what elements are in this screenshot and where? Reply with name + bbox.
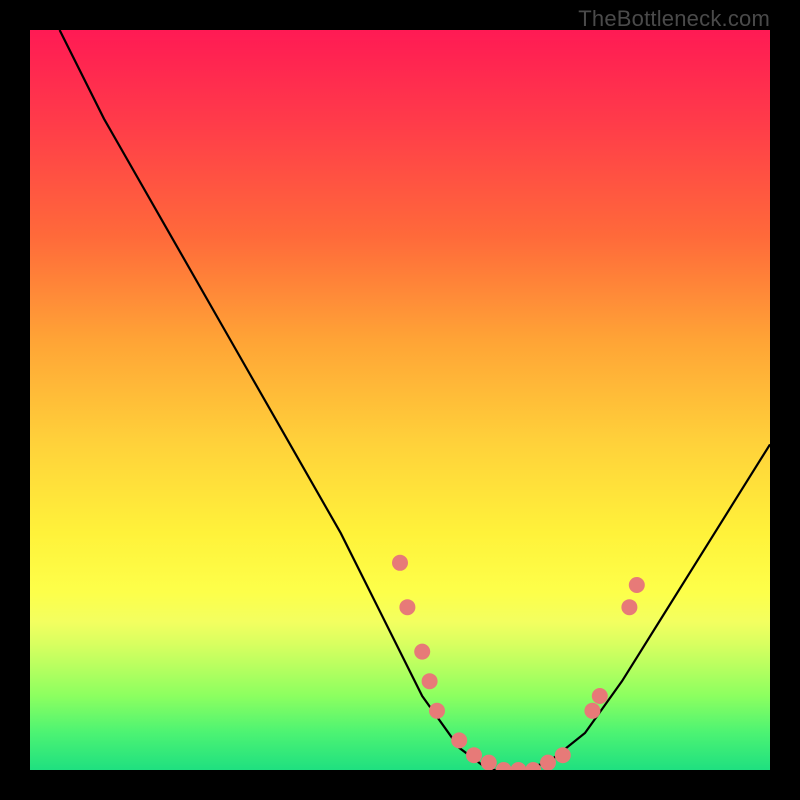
data-point [540,755,556,770]
data-point [592,688,608,704]
data-point [481,755,497,770]
data-point [496,762,512,770]
data-point [399,599,415,615]
data-point [510,762,526,770]
data-point [621,599,637,615]
data-points [392,555,645,770]
plot-area [30,30,770,770]
curve-layer [30,30,770,770]
chart-frame: TheBottleneck.com [0,0,800,800]
data-point [629,577,645,593]
data-point [422,673,438,689]
data-point [525,762,541,770]
watermark-text: TheBottleneck.com [578,6,770,32]
data-point [451,732,467,748]
data-point [414,644,430,660]
bottleneck-curve [60,30,770,770]
data-point [392,555,408,571]
data-point [466,747,482,763]
data-point [429,703,445,719]
data-point [584,703,600,719]
data-point [555,747,571,763]
